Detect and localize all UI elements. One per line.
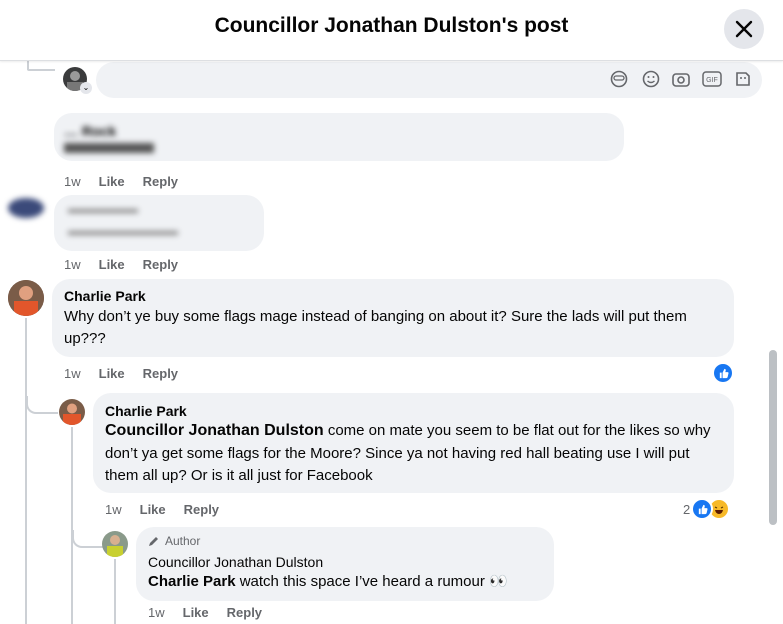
reaction-count: 2 [683,501,691,517]
thread-line [26,396,58,414]
page-title: Councillor Jonathan Dulston's post [214,14,569,37]
comment-text: Charlie Park watch this space I’ve heard… [148,573,508,590]
reply-button[interactable]: Reply [227,605,262,620]
comment-actions: 1w Like Reply [64,174,179,189]
sticker-icon[interactable] [734,70,752,88]
emoji-icon[interactable] [642,70,660,88]
like-button[interactable]: Like [99,366,125,381]
comment-actions: 1w Like Reply [148,605,263,620]
comment-bubble: … Rock [54,113,624,161]
like-reaction-icon [712,362,734,384]
reaction-summary[interactable] [712,362,734,384]
reply-button[interactable]: Reply [184,502,219,517]
close-button[interactable] [724,9,764,49]
reaction-summary[interactable]: 2 [683,498,731,520]
reply-button[interactable]: Reply [143,257,178,272]
comment-actions: 1w Like Reply [64,366,179,381]
like-reaction-icon [691,498,714,520]
thread-line [114,559,116,624]
like-button[interactable]: Like [99,174,125,189]
chevron-down-icon[interactable]: ⌄ [80,82,92,94]
camera-icon[interactable] [672,71,690,87]
like-button[interactable]: Like [140,502,166,517]
comment-author[interactable]: Charlie Park [64,288,146,304]
thread-line [72,530,104,548]
comment-bubble: Author Councillor Jonathan Dulston Charl… [136,527,554,601]
close-icon [735,20,753,38]
comment-text: Councillor Jonathan Dulston come on mate… [105,422,711,484]
post-header: Councillor Jonathan Dulston's post [0,0,783,61]
comment-author[interactable]: Charlie Park [105,403,187,419]
pencil-icon [149,537,158,546]
reply-button[interactable]: Reply [143,366,178,381]
thread-line [27,69,55,71]
author-badge: Author [148,534,200,548]
gif-icon[interactable]: GIF [702,71,722,87]
comment-actions: 1w Like Reply [105,502,220,517]
comment-actions: 1w Like Reply [64,257,179,272]
avatar-sticker-icon[interactable] [610,70,628,88]
avatar[interactable] [8,280,44,316]
avatar[interactable] [8,198,44,218]
svg-text:GIF: GIF [706,77,718,84]
avatar[interactable] [59,399,85,425]
thread-line [71,427,73,624]
mention-link[interactable]: Charlie Park [148,573,236,590]
reply-button[interactable]: Reply [143,174,178,189]
comment-text: Why don’t ye buy some flags mage instead… [64,308,687,347]
comment-composer[interactable]: GIF [96,62,762,98]
like-button[interactable]: Like [183,605,209,620]
blurred-comment-content [68,209,188,239]
comment-bubble: Charlie Park Councillor Jonathan Dulston… [93,393,734,493]
comment-author[interactable]: Councillor Jonathan Dulston [148,554,323,570]
blurred-comment-content: … Rock [64,123,154,153]
like-button[interactable]: Like [99,257,125,272]
comment-bubble: Charlie Park Why don’t ye buy some flags… [52,279,734,357]
comment-thread: ⌄ GIF … Rock 1w Like Reply 1w Like Reply [0,60,783,624]
mention-link[interactable]: Councillor Jonathan Dulston [105,422,324,439]
avatar[interactable] [102,531,128,557]
thread-line [25,318,27,624]
comment-bubble [54,195,264,251]
scrollbar[interactable] [769,350,777,525]
